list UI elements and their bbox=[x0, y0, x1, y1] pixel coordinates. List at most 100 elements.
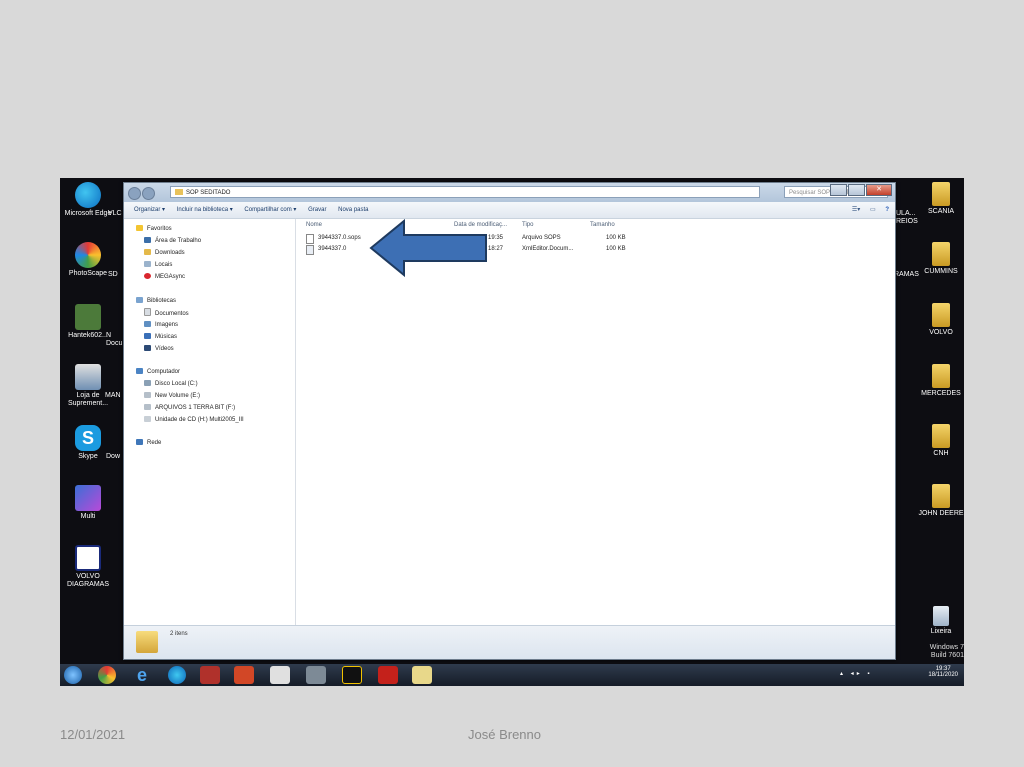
volvo-icon bbox=[75, 545, 101, 571]
desktop-folder-cnh[interactable]: CNH bbox=[913, 424, 964, 458]
organize-menu[interactable]: Organizar ▾ bbox=[134, 207, 165, 213]
nav-documents[interactable]: Documentos bbox=[144, 308, 189, 318]
music-icon bbox=[144, 333, 151, 339]
clock[interactable]: 19:37 18/11/2020 bbox=[928, 666, 958, 678]
file-size: 100 KB bbox=[606, 235, 626, 241]
back-button[interactable] bbox=[128, 187, 141, 200]
desktop-icon-label: JOHN DEERE bbox=[918, 510, 964, 517]
minimize-button[interactable] bbox=[830, 184, 847, 196]
nav-pictures[interactable]: Imagens bbox=[144, 320, 178, 330]
file-name: 3944337.0 bbox=[318, 246, 347, 252]
notepad-taskbar-icon[interactable] bbox=[270, 666, 290, 684]
file-type: Arquivo SOPS bbox=[522, 235, 561, 241]
nav-label: Rede bbox=[147, 440, 162, 446]
desktop-icon-label: VOLVO DIAGRAMAS bbox=[66, 573, 109, 588]
command-bar: Organizar ▾ Incluir na biblioteca ▾ Comp… bbox=[124, 202, 895, 219]
chrome-taskbar-icon[interactable] bbox=[98, 666, 116, 684]
sop-taskbar-icon[interactable] bbox=[342, 666, 362, 684]
column-header-type[interactable]: Tipo bbox=[522, 219, 533, 231]
desktop-folder-mercedes[interactable]: MERCEDES bbox=[913, 364, 964, 398]
places-icon bbox=[144, 261, 151, 267]
desktop-folder-john-deere[interactable]: JOHN DEERE bbox=[913, 484, 964, 518]
nav-label: Vídeos bbox=[155, 346, 174, 352]
drive-taskbar-icon[interactable] bbox=[306, 666, 326, 684]
desktop-icon-multi[interactable]: Multi bbox=[60, 485, 116, 521]
nav-megasync[interactable]: MEGAsync bbox=[144, 272, 185, 282]
partial-icon-label: N Docu bbox=[106, 332, 123, 347]
file-icon bbox=[306, 234, 314, 244]
nav-network[interactable]: Rede bbox=[136, 438, 161, 448]
desktop-icon bbox=[144, 237, 151, 243]
file-name: 3944337.0.sops bbox=[318, 235, 361, 241]
tray-icons[interactable]: ▴ ◂▸ ▪ bbox=[840, 670, 873, 677]
nav-drive-h[interactable]: Unidade de CD (H:) Multi2005_III bbox=[144, 415, 244, 425]
desktop-icon-label: SCANIA bbox=[927, 208, 955, 215]
start-button[interactable] bbox=[64, 666, 82, 684]
column-header-size[interactable]: Tamanho bbox=[590, 219, 615, 231]
nav-libraries[interactable]: Bibliotecas bbox=[136, 296, 176, 306]
view-options-icon[interactable]: ☰▾ bbox=[852, 207, 860, 213]
recycle-bin-icon bbox=[933, 606, 949, 626]
navigation-pane: Favoritos Área de Trabalho Downloads Loc… bbox=[124, 219, 296, 625]
nav-downloads[interactable]: Downloads bbox=[144, 248, 185, 258]
nav-drive-c[interactable]: Disco Local (C:) bbox=[144, 379, 198, 389]
nav-label: Downloads bbox=[155, 250, 185, 256]
folder-icon bbox=[932, 182, 950, 206]
ie-taskbar-icon[interactable]: e bbox=[132, 666, 152, 684]
include-library-menu[interactable]: Incluir na biblioteca ▾ bbox=[177, 207, 233, 213]
maximize-button[interactable] bbox=[848, 184, 865, 196]
nav-desktop[interactable]: Área de Trabalho bbox=[144, 236, 201, 246]
file-size: 100 KB bbox=[606, 246, 626, 252]
folder-icon bbox=[932, 364, 950, 388]
folder-icon bbox=[932, 303, 950, 327]
nav-drive-e[interactable]: New Volume (E:) bbox=[144, 391, 200, 401]
item-count: 2 itens bbox=[170, 631, 188, 637]
desktop-icon-volvo-diagramas[interactable]: VOLVO DIAGRAMAS bbox=[60, 545, 116, 589]
help-icon[interactable]: ? bbox=[885, 207, 889, 213]
computer-icon bbox=[136, 368, 143, 374]
desktop-folder-scania[interactable]: SCANIA bbox=[913, 182, 964, 216]
file-list: Nome Data de modificaç... Tipo Tamanho 3… bbox=[296, 218, 895, 625]
nav-computer[interactable]: Computador bbox=[136, 367, 180, 377]
pdf-taskbar-icon[interactable] bbox=[378, 666, 398, 684]
new-folder-button[interactable]: Nova pasta bbox=[338, 207, 368, 213]
preview-pane-icon[interactable]: ▭ bbox=[870, 207, 876, 213]
powerpoint-taskbar-icon[interactable] bbox=[234, 666, 254, 684]
desktop-folder-cummins[interactable]: CUMMINS bbox=[913, 242, 964, 276]
xml-file-icon bbox=[306, 245, 314, 255]
folder-icon bbox=[932, 424, 950, 448]
documents-icon bbox=[144, 308, 151, 316]
desktop-icon-recycle-bin[interactable]: Lixeira bbox=[913, 606, 964, 636]
folder-icon bbox=[932, 484, 950, 508]
column-header-name[interactable]: Nome bbox=[306, 219, 322, 231]
nav-drive-f[interactable]: ARQUIVOS 1 TERRA BIT (F:) bbox=[144, 403, 235, 413]
nav-label: Músicas bbox=[155, 334, 178, 340]
screenshot: Microsoft Edge PhotoScape Hantek602... L… bbox=[60, 178, 964, 686]
pictures-icon bbox=[144, 321, 151, 327]
folder-icon bbox=[136, 631, 158, 653]
multi-icon bbox=[75, 485, 101, 511]
desktop-icon-label: CNH bbox=[933, 450, 949, 457]
footer-date: 12/01/2021 bbox=[60, 727, 126, 742]
network-icon bbox=[136, 439, 143, 445]
explorer-window: SOP SEDITADO Pesquisar SOP SEDITADO ✕ Or… bbox=[123, 182, 896, 660]
close-button[interactable]: ✕ bbox=[866, 184, 892, 196]
burn-button[interactable]: Gravar bbox=[308, 207, 326, 213]
videos-icon bbox=[144, 345, 151, 351]
address-bar[interactable]: SOP SEDITADO bbox=[170, 186, 760, 198]
nav-recent-places[interactable]: Locais bbox=[144, 260, 172, 270]
desktop-icon-loja[interactable]: Loja de Suprement... bbox=[60, 364, 116, 408]
address-text: SOP SEDITADO bbox=[186, 190, 231, 196]
photoscape-icon bbox=[75, 242, 101, 268]
explorer-taskbar-icon[interactable] bbox=[412, 666, 432, 684]
nav-videos[interactable]: Vídeos bbox=[144, 344, 174, 354]
nav-favorites[interactable]: Favoritos bbox=[136, 224, 172, 234]
nav-music[interactable]: Músicas bbox=[144, 332, 177, 342]
desktop-folder-volvo[interactable]: VOLVO bbox=[913, 303, 964, 337]
file-type: XmlEditor.Docum... bbox=[522, 246, 574, 252]
folder-icon bbox=[932, 242, 950, 266]
forward-button[interactable] bbox=[142, 187, 155, 200]
edge-taskbar-icon[interactable] bbox=[168, 666, 186, 684]
share-with-menu[interactable]: Compartilhar com ▾ bbox=[244, 207, 296, 213]
app-taskbar-icon[interactable] bbox=[200, 666, 220, 684]
